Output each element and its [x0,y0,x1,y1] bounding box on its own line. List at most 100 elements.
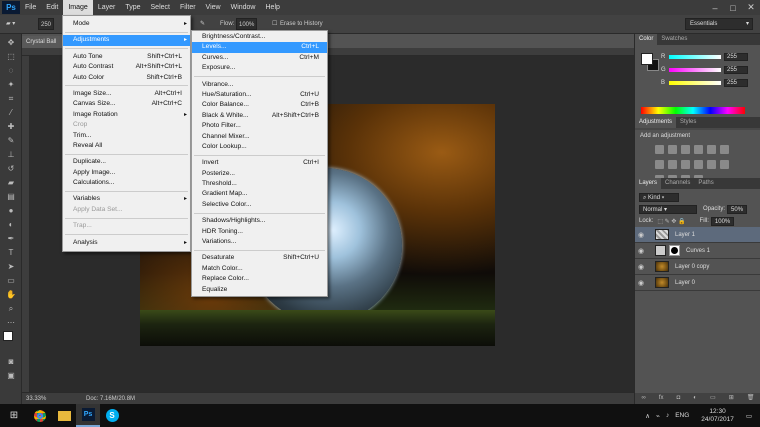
lock-icons[interactable]: ⬚ ✎ ✥ 🔒 [657,218,685,225]
menu-type[interactable]: Type [120,0,145,15]
mixer-adjust-icon[interactable] [694,160,703,169]
type-tool-icon[interactable]: T [4,247,18,258]
menu-window[interactable]: Window [226,0,261,15]
zoom-tool-icon[interactable]: ⌕ [4,303,18,314]
brush-size-box[interactable]: 250 [38,18,55,30]
screen-mode-icon[interactable]: ▣ [4,370,18,381]
hand-tool-icon[interactable]: ✋ [4,289,18,300]
tab-layers[interactable]: Layers [635,178,662,189]
image-menu-image-size[interactable]: Image Size... Alt+Ctrl+I [63,89,190,99]
image-menu-reveal-all[interactable]: Reveal All [63,141,190,151]
chrome-icon[interactable] [28,404,52,427]
layer-row[interactable]: ◉ Layer 0 [635,275,760,291]
image-menu-variables[interactable]: Variables ▸ [63,194,190,204]
blue-value[interactable]: 255 [724,79,748,87]
more-tools-icon[interactable]: ⋯ [4,317,18,328]
kind-filter-select[interactable]: ⌕ Kind ▾ [639,192,679,202]
tab-styles[interactable]: Styles [676,117,700,128]
exposure-adjust-icon[interactable] [694,145,703,154]
invert-adjust-icon[interactable] [720,160,729,169]
document-tab[interactable]: Crystal Ball [22,36,62,48]
airbrush-icon[interactable]: ✎ [200,18,205,30]
menu-filter[interactable]: Filter [175,0,201,15]
language-indicator[interactable]: ENG [675,412,689,419]
clock[interactable]: 12:30 24/07/2017 [701,408,734,424]
adjust-menu-hdr-toning[interactable]: HDR Toning... [192,227,327,237]
image-menu-adjustments[interactable]: Adjustments ▸ [63,35,190,46]
opacity-input[interactable]: 50% [727,204,748,214]
blend-mode-select[interactable]: Normal ▾ [639,204,697,214]
adjust-menu-threshold[interactable]: Threshold... [192,179,327,189]
photoshop-taskbar-icon[interactable]: Ps [76,404,100,427]
adjustment-layer-icon[interactable]: ◐ [693,393,697,404]
adjust-menu-desaturate[interactable]: Desaturate Shift+Ctrl+U [192,253,327,263]
menu-select[interactable]: Select [146,0,175,15]
adjust-menu-shadows-highlights[interactable]: Shadows/Highlights... [192,216,327,226]
adjust-menu-gradient-map[interactable]: Gradient Map... [192,189,327,199]
brush-tool-icon[interactable]: ✎ [4,135,18,146]
blur-tool-icon[interactable]: ● [4,205,18,216]
adjust-menu-exposure[interactable]: Exposure... [192,63,327,73]
adjust-menu-color-balance[interactable]: Color Balance... Ctrl+B [192,100,327,110]
layer-row[interactable]: ◉ Curves 1 [635,243,760,259]
green-value[interactable]: 255 [724,66,748,74]
red-value[interactable]: 255 [724,53,748,61]
fx-icon[interactable]: fx [659,393,664,404]
network-icon[interactable]: ⌁ [656,412,660,420]
hue-adjust-icon[interactable] [720,145,729,154]
menu-view[interactable]: View [201,0,226,15]
visibility-eye-icon[interactable]: ◉ [635,247,647,255]
path-select-tool-icon[interactable]: ➤ [4,261,18,272]
image-menu-canvas-size[interactable]: Canvas Size... Alt+Ctrl+C [63,99,190,109]
tab-adjustments[interactable]: Adjustments [635,117,677,128]
image-menu-calculations[interactable]: Calculations... [63,178,190,188]
mask-icon[interactable]: ◘ [677,393,681,404]
adjust-menu-photo-filter[interactable]: Photo Filter... [192,121,327,131]
image-menu-analysis[interactable]: Analysis ▸ [63,238,190,248]
image-menu-auto-contrast[interactable]: Auto Contrast Alt+Shift+Ctrl+L [63,62,190,72]
close-icon[interactable]: ✕ [742,0,760,15]
adjust-menu-variations[interactable]: Variations... [192,237,327,247]
image-menu-duplicate[interactable]: Duplicate... [63,157,190,167]
vibrance-adjust-icon[interactable] [707,145,716,154]
pen-tool-icon[interactable]: ✒ [4,233,18,244]
layer-row[interactable]: ◉ Layer 1 [635,227,760,243]
tab-swatches[interactable]: Swatches [657,34,691,45]
adjust-menu-selective-color[interactable]: Selective Color... [192,200,327,210]
eraser-tool-icon[interactable]: ▰ [4,177,18,188]
fg-bg-swatches[interactable] [3,331,18,353]
menu-edit[interactable]: Edit [41,0,63,15]
lookup-adjust-icon[interactable] [707,160,716,169]
menu-image[interactable]: Image [63,0,93,15]
history-brush-tool-icon[interactable]: ↺ [4,163,18,174]
menu-help[interactable]: Help [261,0,285,15]
visibility-eye-icon[interactable]: ◉ [635,231,647,239]
adjust-menu-channel-mixer[interactable]: Channel Mixer... [192,132,327,142]
quick-mask-icon[interactable]: ◙ [4,356,18,367]
trash-icon[interactable]: 🗑 [747,393,755,404]
image-menu-image-rotation[interactable]: Image Rotation ▸ [63,110,190,120]
quick-select-tool-icon[interactable]: ✦ [4,79,18,90]
erase-history-checkbox[interactable]: ☐ [272,18,277,30]
volume-icon[interactable]: ♪ [666,412,669,419]
fill-input[interactable]: 100% [710,216,735,226]
adjust-menu-invert[interactable]: Invert Ctrl+I [192,158,327,168]
stamp-tool-icon[interactable]: ⊥ [4,149,18,160]
visibility-eye-icon[interactable]: ◉ [635,279,647,287]
menu-file[interactable]: File [20,0,41,15]
gradient-tool-icon[interactable]: ▤ [4,191,18,202]
adjust-menu-equalize[interactable]: Equalize [192,285,327,295]
healing-tool-icon[interactable]: ✚ [4,121,18,132]
lasso-tool-icon[interactable]: ◌ [4,65,18,76]
adjust-menu-brightness-contrast[interactable]: Brightness/Contrast... [192,32,327,42]
image-menu-apply-image[interactable]: Apply Image... [63,168,190,178]
tab-color[interactable]: Color [635,34,658,45]
bw-adjust-icon[interactable] [668,160,677,169]
balance-adjust-icon[interactable] [655,160,664,169]
maximize-icon[interactable]: □ [724,0,742,15]
image-menu-trim[interactable]: Trim... [63,131,190,141]
image-menu-mode[interactable]: Mode ▸ [63,19,190,29]
adjust-menu-black-white[interactable]: Black & White... Alt+Shift+Ctrl+B [192,111,327,121]
eyedropper-tool-icon[interactable]: ⁄ [4,107,18,118]
red-slider[interactable] [669,55,721,59]
